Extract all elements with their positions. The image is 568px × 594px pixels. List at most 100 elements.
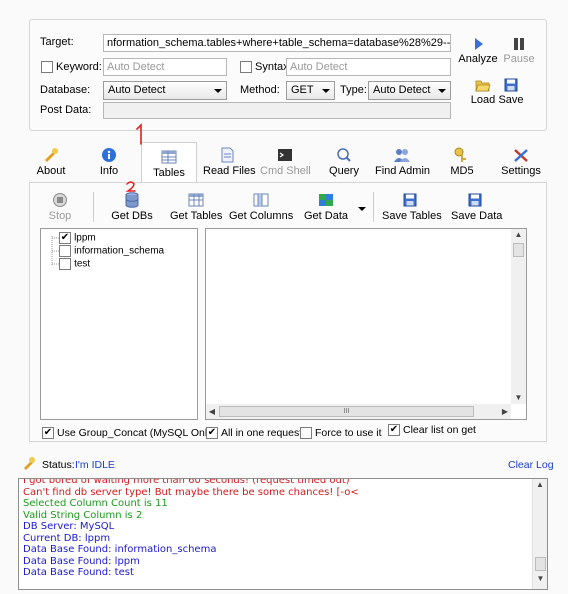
load-button[interactable]: Load [468,78,498,106]
tree-item-checkbox[interactable] [59,245,71,258]
tab-info-label: Info [99,165,119,177]
annotation-mark-1 [136,123,142,145]
results-list[interactable]: ▲ ▼ ◀ III ▶ [205,228,527,420]
group-concat-checkbox[interactable]: ✔ [42,427,54,439]
type-select-value: Auto Detect [373,84,431,96]
tab-cmd-shell[interactable]: Cmd Shell [260,147,311,177]
toolbar-separator [373,192,374,222]
tab-settings[interactable]: Settings [501,147,541,177]
horizontal-scrollbar[interactable]: ◀ III ▶ [206,404,511,419]
tools-icon [514,149,528,162]
database-select[interactable]: Auto Detect [103,81,227,100]
annotation-mark-2 [125,181,136,192]
database-select-value: Auto Detect [108,84,166,96]
pause-icon [514,38,524,50]
tab-read-files[interactable]: Read Files [203,147,256,177]
tree-item-checkbox[interactable]: ✔ [59,232,71,245]
scroll-down-icon[interactable]: ▼ [533,573,547,585]
save-tables-label: Save Tables [382,210,442,222]
get-tables-button[interactable]: Get Tables [170,192,222,222]
clear-list-checkbox[interactable]: ✔ [388,424,400,436]
tab-tables-label: Tables [153,167,185,179]
type-select[interactable]: Auto Detect [368,81,451,100]
tree-item-checkbox[interactable] [59,258,71,271]
vertical-scrollbar[interactable]: ▲ ▼ [511,229,526,404]
method-select[interactable]: GET [286,81,335,100]
tab-md5[interactable]: MD5 [450,147,474,177]
force-checkbox[interactable] [300,427,312,439]
log-line: Valid String Column is 2 [23,509,143,521]
log-line: Data Base Found: information_schema [23,544,217,555]
tab-about[interactable]: About [36,147,66,177]
stop-icon [53,193,67,207]
database-label: Database: [40,84,91,96]
post-data-input[interactable] [103,102,451,119]
database-tree[interactable]: ✔ lppm information_schema test [40,228,198,420]
get-tables-label: Get Tables [170,210,223,222]
analyze-button[interactable]: Analyze [458,37,498,65]
tree-item[interactable]: information_schema [59,245,165,258]
toolbar-separator [93,192,94,222]
pause-label: Pause [503,53,535,65]
users-icon [394,149,410,162]
save-data-label: Save Data [451,210,503,222]
columns-icon [253,193,269,207]
log-line: DB Server: MySQL [23,521,115,532]
get-data-dropdown-arrow[interactable] [358,207,366,211]
get-columns-button[interactable]: Get Columns [229,192,293,222]
scroll-down-icon[interactable]: ▼ [511,392,526,404]
chevron-down-icon [438,89,446,93]
tree-item-label: information_schema [74,245,165,257]
scroll-right-icon[interactable]: ▶ [499,404,511,419]
status-icon [24,457,35,470]
scroll-up-icon[interactable]: ▲ [533,479,547,491]
database-icon [125,192,139,208]
clear-log-link[interactable]: Clear Log [508,459,554,471]
all-in-one-checkbox[interactable]: ✔ [206,427,218,439]
tab-tables[interactable]: Tables [150,149,188,179]
tab-query[interactable]: Query [328,147,360,177]
syntax-checkbox[interactable] [240,61,252,73]
log-output[interactable]: I got bored of waiting more than 60 seco… [18,478,548,590]
scroll-thumb[interactable] [513,243,524,257]
log-line: I got bored of waiting more than 60 seco… [23,478,350,486]
get-data-button[interactable]: Get Data [302,192,350,222]
keyword-checkbox[interactable] [41,61,53,73]
scroll-left-icon[interactable]: ◀ [206,404,218,419]
save-data-button[interactable]: Save Data [451,192,503,222]
tab-query-label: Query [329,165,359,177]
floppy-disk-icon [504,78,518,92]
status-label: Status: [42,459,75,471]
chevron-down-icon [322,89,330,93]
info-icon [102,148,116,162]
force-label: Force to use it [315,427,382,439]
scroll-thumb[interactable]: III [219,406,474,417]
tab-find-admin[interactable]: Find Admin [375,147,430,177]
log-line: Current DB: lppm [23,532,111,544]
terminal-icon [278,149,292,161]
log-line: Can't find db server type! But maybe the… [23,486,359,498]
floppy-disk-icon [403,193,417,207]
stop-label: Stop [48,210,72,222]
type-label: Type: [340,84,367,96]
target-input[interactable]: nformation_schema.tables+where+table_sch… [103,34,451,52]
get-dbs-button[interactable]: Get DBs [110,192,154,222]
tree-item[interactable]: ✔ lppm [59,232,96,245]
scroll-thumb[interactable] [535,557,546,571]
post-data-label: Post Data: [40,104,92,116]
syntax-input[interactable]: Auto Detect [286,58,451,76]
save-tables-button[interactable]: Save Tables [382,192,442,222]
tab-read-files-label: Read Files [203,165,256,177]
pause-button[interactable]: Pause [502,37,536,65]
stop-button[interactable]: Stop [45,192,75,222]
chevron-down-icon [214,89,222,93]
log-vertical-scrollbar[interactable]: ▲ ▼ [532,479,547,589]
floppy-disk-icon [468,193,482,207]
scroll-up-icon[interactable]: ▲ [511,229,526,241]
tree-item-label: lppm [74,232,96,244]
tree-item[interactable]: test [59,258,90,271]
save-button[interactable]: Save [497,78,525,106]
tab-info[interactable]: Info [96,147,122,177]
folder-open-icon [475,80,491,92]
keyword-input[interactable]: Auto Detect [103,58,227,76]
